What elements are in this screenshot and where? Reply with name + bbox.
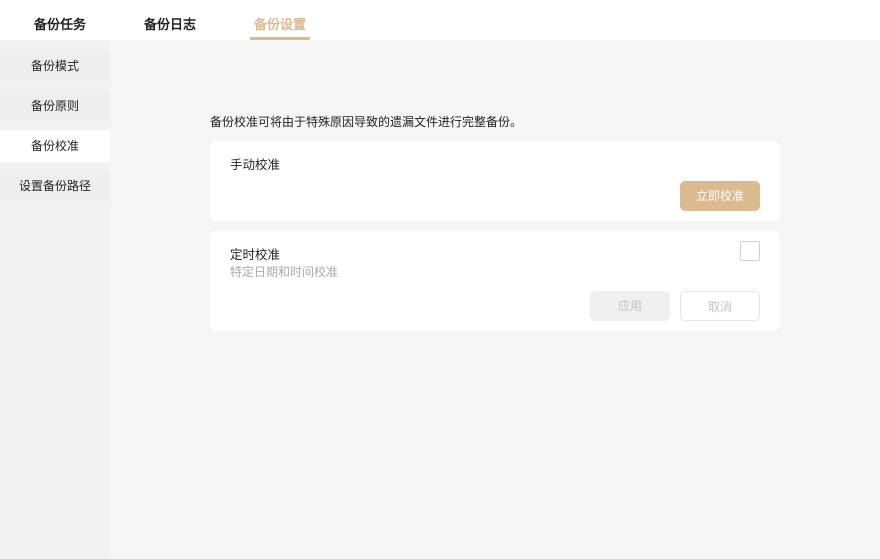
calibration-description: 备份校准可将由于特殊原因导致的遗漏文件进行完整备份。	[210, 115, 523, 129]
manual-calibration-title: 手动校准	[230, 157, 281, 172]
scheduled-calibration-title: 定时校准	[230, 247, 281, 262]
sidebar-item-backup-calibration[interactable]: 备份校准	[0, 130, 110, 162]
cancel-button[interactable]: 取消	[680, 291, 760, 321]
calibrate-now-button[interactable]: 立即校准	[680, 181, 760, 211]
sidebar-item-backup-principle[interactable]: 备份原则	[0, 90, 110, 122]
sidebar-item-backup-path[interactable]: 设置备份路径	[0, 170, 110, 202]
manual-calibration-card: 手动校准 立即校准	[210, 141, 780, 221]
sidebar: 备份模式 备份原则 备份校准 设置备份路径	[0, 40, 110, 559]
apply-button[interactable]: 应用	[590, 291, 670, 321]
scheduled-calibration-subtitle: 特定日期和时间校准	[230, 265, 339, 279]
scheduled-calibration-checkbox[interactable]	[740, 241, 760, 261]
tab-backup-log[interactable]: 备份日志	[130, 0, 210, 40]
top-tab-bar: 备份任务 备份日志 备份设置	[0, 0, 880, 40]
sidebar-item-backup-mode[interactable]: 备份模式	[0, 50, 110, 82]
scheduled-calibration-card: 定时校准 特定日期和时间校准 应用 取消	[210, 231, 780, 331]
tab-backup-tasks[interactable]: 备份任务	[20, 0, 100, 40]
tab-backup-settings[interactable]: 备份设置	[240, 0, 320, 40]
